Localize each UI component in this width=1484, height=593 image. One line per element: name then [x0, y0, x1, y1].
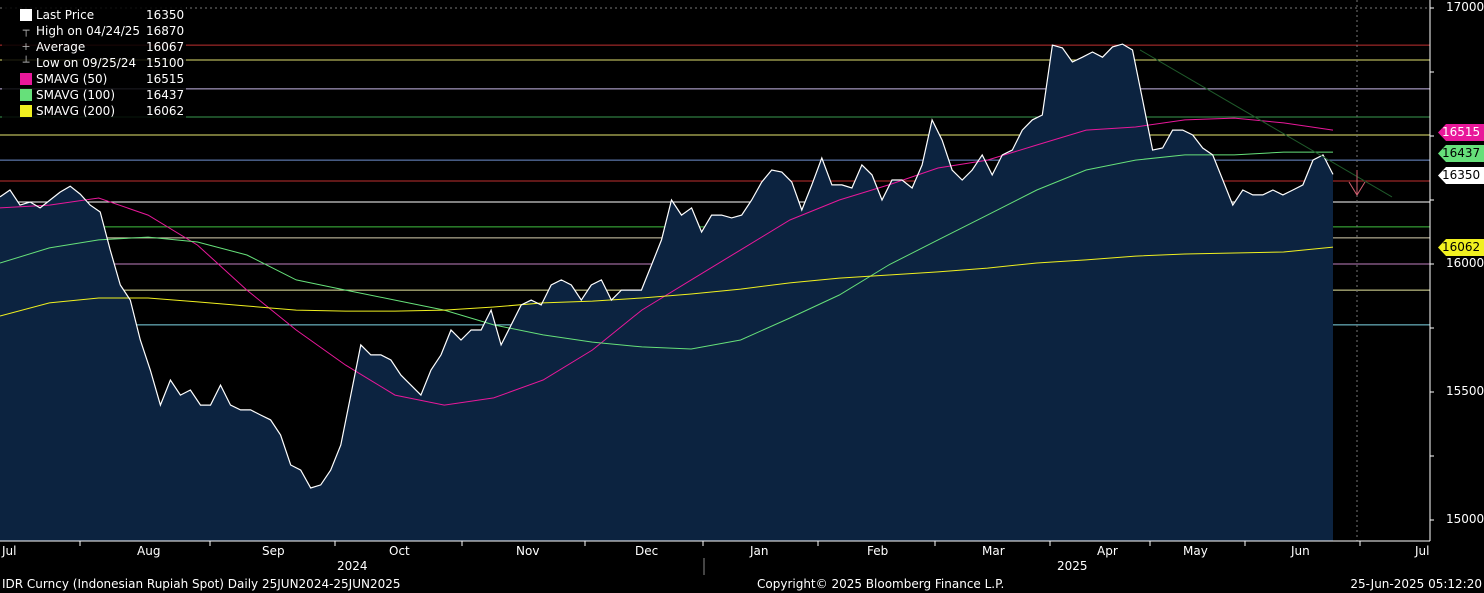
chart-window: Last Price 16350 ┬ High on 04/24/25 16870 + Av…	[0, 0, 1484, 593]
legend-value: 16515	[146, 72, 185, 86]
last-value-tag: 16350	[1438, 167, 1484, 184]
legend-label: High on 04/24/25	[36, 24, 141, 38]
legend-item[interactable]: SMAVG (100) 16437	[2, 87, 186, 103]
legend-item[interactable]: Last Price 16350	[2, 7, 186, 23]
last-value-tag: 16062	[1438, 239, 1484, 256]
legend-marker-icon: +	[21, 40, 31, 53]
month-label: Jul	[2, 544, 17, 558]
legend-item[interactable]: SMAVG (200) 16062	[2, 103, 186, 119]
last-value-tag: 16515	[1438, 124, 1484, 141]
legend-swatch-icon	[20, 73, 32, 85]
last-value-tag: 16437	[1438, 145, 1484, 162]
legend-marker-icon: ┬	[22, 24, 30, 37]
legend-item[interactable]: ┴ Low on 09/25/24 15100	[2, 55, 186, 71]
month-label: Mar	[982, 544, 1005, 558]
legend-item[interactable]: ┬ High on 04/24/25 16870	[2, 23, 186, 39]
y-tick-label: 16000	[1446, 256, 1484, 270]
legend-value: 15100	[146, 56, 185, 70]
legend-value: 16870	[146, 24, 185, 38]
legend-swatch-icon	[20, 89, 32, 101]
legend-item[interactable]: SMAVG (50) 16515	[2, 71, 186, 87]
legend-value: 16350	[146, 8, 185, 22]
legend-marker-icon: ┴	[22, 56, 30, 69]
legend-value: 16067	[146, 40, 185, 54]
month-label: Jun	[1291, 544, 1310, 558]
month-label: Aug	[137, 544, 161, 558]
legend-label: SMAVG (200)	[36, 104, 116, 118]
month-label: Sep	[262, 544, 285, 558]
month-label: Oct	[389, 544, 410, 558]
month-label: Feb	[867, 544, 889, 558]
legend-item[interactable]: + Average 16067	[2, 39, 186, 55]
legend-swatch-icon	[20, 9, 32, 21]
month-label: Jan	[750, 544, 769, 558]
month-label: Dec	[635, 544, 659, 558]
legend-label: Last Price	[36, 8, 95, 22]
price-chart[interactable]	[0, 0, 1484, 593]
footer-timestamp: 25-Jun-2025 05:12:20	[1350, 577, 1482, 591]
legend-value: 16062	[146, 104, 185, 118]
legend-swatch-icon	[20, 105, 32, 117]
legend-label: Low on 09/25/24	[36, 56, 137, 70]
year-label: 2024	[337, 559, 368, 573]
y-tick-label: 17000	[1446, 0, 1484, 14]
year-label: 2025	[1057, 559, 1088, 573]
legend-label: SMAVG (100)	[36, 88, 116, 102]
legend-label: Average	[36, 40, 86, 54]
y-tick-label: 15000	[1446, 512, 1484, 526]
price-area-fill	[0, 44, 1333, 541]
month-label: Apr	[1097, 544, 1118, 558]
y-tick-label: 15500	[1446, 384, 1484, 398]
month-label: Jul	[1415, 544, 1430, 558]
footer-copyright: Copyright© 2025 Bloomberg Finance L.P.	[757, 577, 1005, 591]
month-label: Nov	[516, 544, 540, 558]
legend-value: 16437	[146, 88, 185, 102]
legend-label: SMAVG (50)	[36, 72, 108, 86]
legend: Last Price 16350 ┬ High on 04/24/25 16870 + Av…	[2, 7, 186, 119]
footer-security-description: IDR Curncy (Indonesian Rupiah Spot) Dail…	[2, 577, 401, 591]
month-label: May	[1183, 544, 1208, 558]
